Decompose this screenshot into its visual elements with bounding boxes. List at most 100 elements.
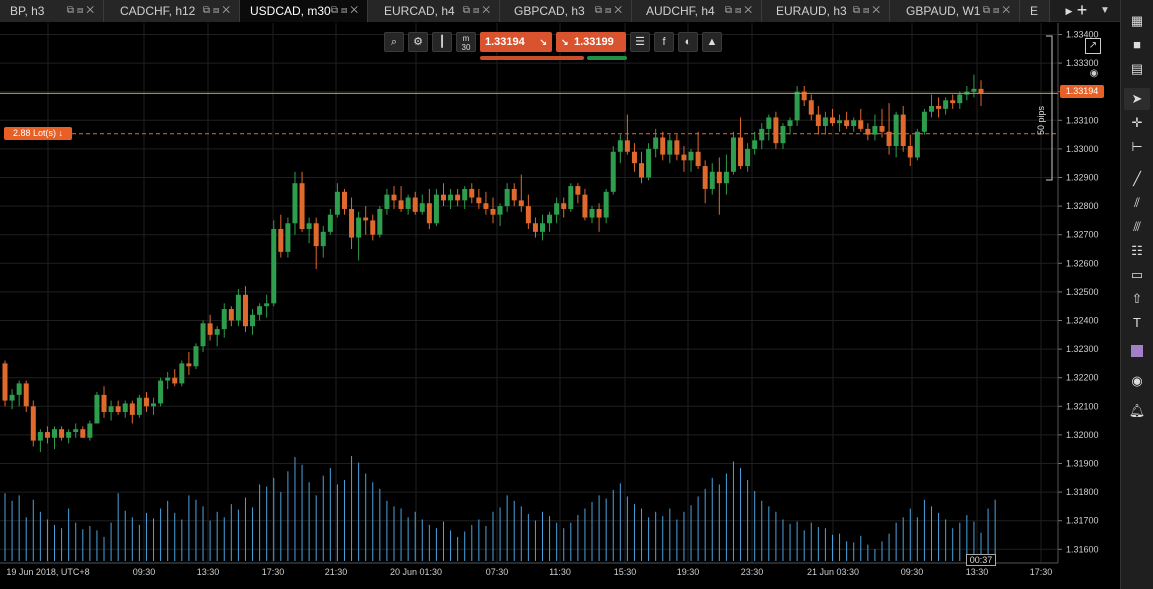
candle-body (306, 223, 312, 229)
rectangle-icon[interactable]: ▭ (1124, 264, 1150, 286)
candle-body (115, 406, 121, 413)
candle-body (971, 88, 977, 92)
tab-6[interactable]: EURAUD, h3 ⧉⧈✕ (762, 0, 890, 22)
candle-body (16, 383, 22, 395)
candle-body (773, 117, 779, 144)
tab-bar: BP, h3 ⧉⧈✕ CADCHF, h12 ⧉⧈✕ USDCAD, m30 ⧉… (0, 0, 1120, 22)
settings-icon[interactable]: ⚙ (408, 32, 428, 52)
tab-actions[interactable]: ⧉⧈✕ (463, 0, 493, 22)
candle-body (688, 151, 694, 161)
tabs-dropdown-icon[interactable]: ▼ (1094, 0, 1116, 22)
shapes-icon[interactable]: ⇧ (1124, 288, 1150, 310)
order-lot-label[interactable]: 2.88 Lot(s) ↓ (4, 127, 72, 140)
x-tick-label: 09:30 (133, 567, 156, 577)
candle-body (624, 140, 630, 152)
zoom-icon[interactable]: ⌕ (384, 32, 404, 52)
tab-label: USDCAD, m30 (250, 4, 331, 18)
y-tick-label: 1.32300 (1066, 344, 1099, 354)
y-tick-label: 1.32700 (1066, 230, 1099, 240)
buy-arrow-icon: ↘ (561, 37, 569, 47)
candle-body (936, 106, 942, 109)
tab-actions[interactable]: ⧉⧈✕ (725, 0, 755, 22)
tab-actions[interactable]: ⧉⧈✕ (203, 0, 233, 22)
candle-type-icon[interactable]: ┃ (432, 32, 452, 52)
candle-body (363, 217, 369, 221)
candle-body (207, 323, 213, 335)
trendline-icon[interactable]: ╱ (1124, 168, 1150, 190)
tab-7[interactable]: GBPAUD, W1 ⧉⧈✕ (890, 0, 1020, 22)
orders-list-icon[interactable]: ☰ (630, 32, 650, 52)
y-tick-label: 1.32600 (1066, 258, 1099, 268)
chart-camera-icon[interactable]: ◉ (1086, 68, 1102, 82)
tab-4[interactable]: GBPCAD, h3 ⧉⧈✕ (500, 0, 632, 22)
timeframe-button[interactable]: m 30 (456, 32, 476, 52)
candle-body (80, 429, 86, 438)
tab-actions[interactable]: ⧉⧈✕ (331, 0, 361, 22)
crosshair-icon[interactable]: ✛ (1124, 112, 1150, 134)
candle-body (490, 208, 496, 215)
candle-body (759, 128, 765, 141)
candle-body (582, 194, 588, 218)
expand-icon[interactable]: ↗ (1085, 38, 1101, 54)
chart-area[interactable]: 1.334001.333001.332001.331001.330001.329… (0, 23, 1110, 589)
candle-body (822, 117, 828, 127)
text-icon[interactable]: T (1124, 312, 1150, 334)
candle-body (30, 406, 36, 441)
tab-actions[interactable]: ⧉⧈✕ (67, 0, 97, 22)
candle-body (165, 377, 171, 381)
candle-body (412, 197, 418, 212)
fib-icon[interactable]: ⫽ (1124, 192, 1150, 214)
tab-8[interactable]: E (1020, 0, 1050, 22)
buy-button[interactable]: ↘ 1.33199 (556, 32, 626, 52)
candle-body (617, 140, 623, 152)
tab-5[interactable]: AUDCHF, h4 ⧉⧈✕ (632, 0, 762, 22)
candle-body (532, 223, 538, 232)
channel-icon[interactable]: ⫻ (1124, 216, 1150, 238)
tab-3[interactable]: EURCAD, h4 ⧉⧈✕ (368, 0, 500, 22)
tab-label: GBPAUD, W1 (906, 4, 981, 18)
fib-levels-icon[interactable]: ☷ (1124, 240, 1150, 262)
candle-body (59, 429, 65, 438)
candle-body (589, 208, 595, 218)
measure-icon[interactable]: ⊢ (1124, 136, 1150, 158)
tab-actions[interactable]: ⧉⧈✕ (853, 0, 883, 22)
candle-body (44, 432, 50, 438)
hat-icon[interactable]: ▲ (702, 32, 722, 52)
facebook-icon[interactable]: f (654, 32, 674, 52)
candle-body (9, 394, 15, 401)
split-layout-icon[interactable]: ▤ (1124, 58, 1150, 80)
candle-body (87, 423, 93, 438)
alert-icon[interactable]: 🔔︎ (1124, 400, 1150, 422)
candle-body (829, 117, 835, 124)
candle-body (483, 203, 489, 209)
chart-canvas[interactable]: 1.334001.333001.332001.331001.330001.329… (0, 23, 1110, 589)
candle-body (858, 120, 864, 129)
candle-body (94, 394, 100, 424)
candle-body (278, 228, 284, 252)
candle-body (158, 380, 164, 404)
candle-body (646, 148, 652, 178)
x-tick-label: 19:30 (677, 567, 700, 577)
tab-2[interactable]: USDCAD, m30 ⧉⧈✕ (240, 0, 368, 22)
tab-0[interactable]: BP, h3 ⧉⧈✕ (0, 0, 104, 22)
candle-body (808, 100, 814, 115)
tab-actions[interactable]: ⧉⧈✕ (595, 0, 625, 22)
camera-icon[interactable]: ◉ (1124, 370, 1150, 392)
tab-actions[interactable]: ⧉⧈✕ (983, 0, 1013, 22)
grid-icon[interactable]: ▦ (1124, 10, 1150, 32)
color-swatch-box (1131, 345, 1143, 357)
add-tab-button[interactable]: + (1070, 0, 1094, 22)
sell-button[interactable]: 1.33194 ↘ (480, 32, 552, 52)
single-layout-icon[interactable]: ■ (1124, 34, 1150, 56)
sentiment-icon[interactable]: ◐ (678, 32, 698, 52)
y-tick-label: 1.32900 (1066, 173, 1099, 183)
candle-body (398, 200, 404, 209)
tab-label: AUDCHF, h4 (646, 4, 715, 18)
candle-body (928, 106, 934, 112)
color-swatch[interactable] (1124, 340, 1150, 362)
candle-body (391, 194, 397, 201)
tab-1[interactable]: CADCHF, h12 ⧉⧈✕ (104, 0, 240, 22)
cursor-icon[interactable]: ➤ (1124, 88, 1150, 110)
candle-body (320, 231, 326, 247)
y-tick-label: 1.32500 (1066, 287, 1099, 297)
